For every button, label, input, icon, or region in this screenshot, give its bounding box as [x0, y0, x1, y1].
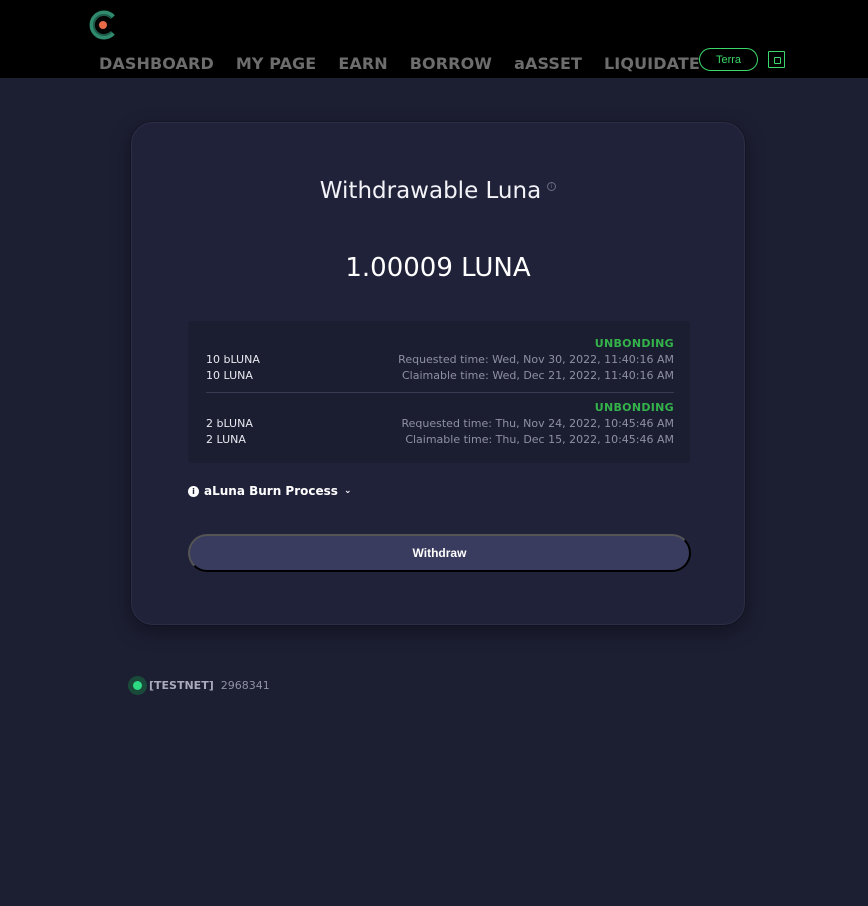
nav-earn[interactable]: EARN [338, 53, 387, 75]
history-row: 2 LUNA Claimable time: Thu, Dec 15, 2022… [206, 433, 674, 449]
row-amount: 2 LUNA [206, 433, 246, 446]
row-amount: 10 LUNA [206, 369, 253, 382]
withdrawable-amount: 1.00009 LUNA [345, 253, 531, 283]
nav-liquidate[interactable]: LIQUIDATE [604, 53, 700, 75]
network-label: [TESTNET] [149, 679, 214, 692]
nav-aasset[interactable]: aASSET [514, 53, 582, 75]
withdraw-card: Withdrawable Luna i 1.00009 LUNA UNBONDIN… [131, 122, 745, 625]
unbonding-history: UNBONDING 10 bLUNA Requested time: Wed, … [188, 321, 690, 463]
network-status: [TESTNET] 2968341 [128, 676, 270, 695]
main-nav: DASHBOARD MY PAGE EARN BORROW aASSET LIQ… [99, 53, 700, 75]
status-badge: UNBONDING [594, 337, 674, 350]
row-amount: 2 bLUNA [206, 417, 253, 430]
nav-my-page[interactable]: MY PAGE [236, 53, 316, 75]
top-bar: DASHBOARD MY PAGE EARN BORROW aASSET LIQ… [0, 0, 868, 78]
card-title: Withdrawable Luna [319, 178, 542, 204]
history-row: 10 bLUNA Requested time: Wed, Nov 30, 20… [206, 353, 674, 369]
entry-divider [206, 392, 674, 393]
chevron-down-icon: ⌄ [343, 486, 352, 496]
status-dot-icon [128, 676, 147, 695]
card-title-row: Withdrawable Luna i [132, 178, 744, 204]
network-button[interactable]: Terra [699, 48, 758, 71]
row-time: Claimable time: Wed, Dec 21, 2022, 11:40… [402, 369, 674, 382]
burn-process-label: aLuna Burn Process [204, 484, 338, 498]
history-row: 10 LUNA Claimable time: Wed, Dec 21, 202… [206, 369, 674, 385]
wallet-icon[interactable] [768, 51, 785, 68]
withdraw-button[interactable]: Withdraw [188, 534, 691, 572]
row-time: Requested time: Wed, Nov 30, 2022, 11:40… [398, 353, 674, 366]
block-height[interactable]: 2968341 [221, 679, 270, 692]
nav-borrow[interactable]: BORROW [410, 53, 492, 75]
status-badge: UNBONDING [594, 401, 674, 414]
row-time: Requested time: Thu, Nov 24, 2022, 10:45… [401, 417, 675, 430]
info-filled-icon: i [188, 485, 199, 497]
nav-dashboard[interactable]: DASHBOARD [99, 53, 214, 75]
row-amount: 10 bLUNA [206, 353, 260, 366]
burn-process-toggle[interactable]: i aLuna Burn Process ⌄ [188, 484, 351, 498]
info-icon[interactable]: i [547, 182, 557, 191]
row-time: Claimable time: Thu, Dec 15, 2022, 10:45… [405, 433, 674, 446]
history-row: 2 bLUNA Requested time: Thu, Nov 24, 202… [206, 417, 674, 433]
app-logo-icon[interactable] [88, 10, 118, 40]
